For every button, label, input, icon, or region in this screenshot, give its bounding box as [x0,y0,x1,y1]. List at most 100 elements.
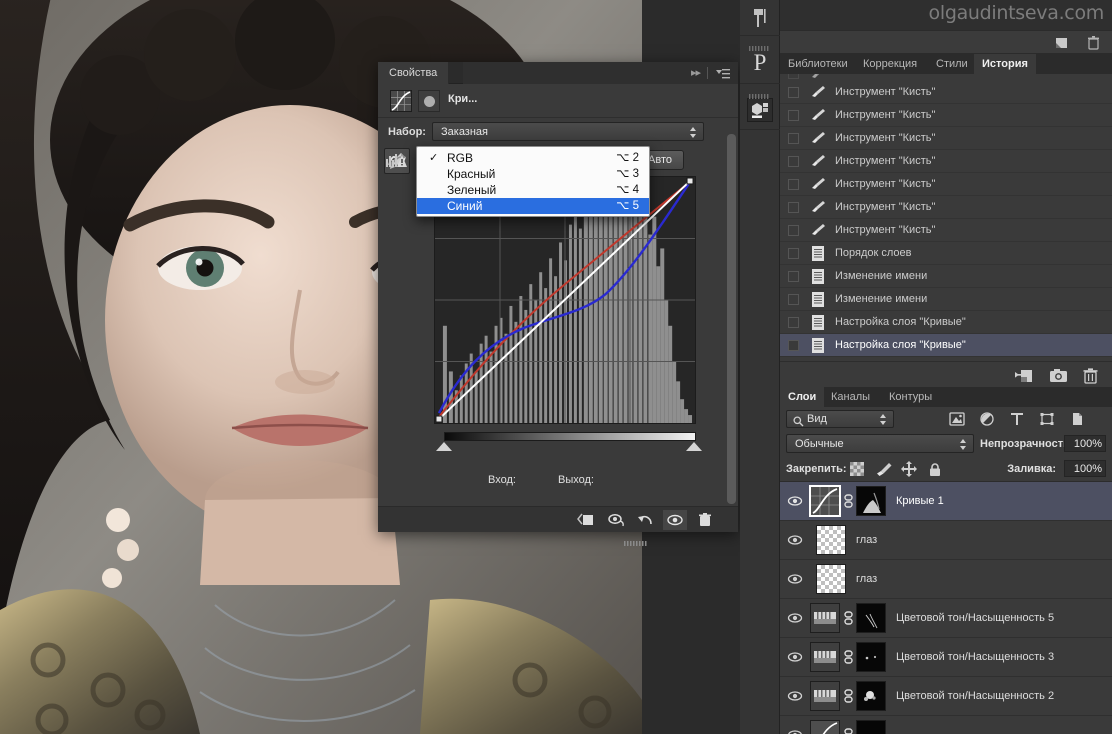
toggle-visibility-button[interactable] [663,510,687,530]
layer-thumbnail[interactable] [810,681,840,711]
layer-link-icon[interactable] [840,494,856,508]
history-snapshot-checkbox[interactable] [788,86,799,98]
layer-name[interactable]: глаз [856,573,877,585]
layer-mask-icon[interactable] [418,90,440,112]
layer-mask-thumbnail[interactable] [856,486,886,516]
layer-name[interactable]: Цветовой тон/Насыщенность 2 [896,690,1054,702]
history-row[interactable]: Настройка слоя "Кривые" [780,311,1112,334]
layer-visibility-icon[interactable] [780,690,810,702]
clip-to-layer-button[interactable] [574,510,598,530]
layer-name[interactable]: Цветовой тон/Насыщенность 5 [896,612,1054,624]
history-snapshot-checkbox[interactable] [788,224,799,236]
history-snapshot-checkbox[interactable] [788,178,799,190]
dock-3d-button[interactable] [740,84,780,130]
history-snapshot-checkbox[interactable] [788,293,799,305]
history-snapshot-checkbox[interactable] [788,155,799,167]
delete-state-button[interactable] [1080,367,1100,384]
channel-menu-item-green[interactable]: Зеленый ⌥ 4 [417,182,649,198]
layer-row[interactable]: Цветовой тон/Насыщенность 2 [780,677,1112,716]
layer-mask-thumbnail[interactable] [856,681,886,711]
layer-row[interactable]: глаз [780,560,1112,599]
delete-adjustment-button[interactable] [693,510,717,530]
view-previous-state-button[interactable] [605,510,629,530]
tab-properties[interactable]: Свойства [378,62,450,84]
history-snapshot-checkbox[interactable] [788,109,799,121]
layer-visibility-icon[interactable] [780,651,810,663]
history-snapshot-checkbox[interactable] [788,247,799,259]
dock-grip[interactable] [749,38,771,51]
lock-all-icon[interactable] [926,461,944,477]
filter-smart-object-icon[interactable] [1068,411,1086,427]
layer-row[interactable]: глаз [780,521,1112,560]
layer-link-icon[interactable] [840,650,856,664]
properties-scrollbar[interactable] [727,134,736,526]
layer-mask-thumbnail[interactable] [856,642,886,672]
dock-navigator-button[interactable] [740,0,780,36]
black-point-slider[interactable] [436,442,452,451]
layer-visibility-icon[interactable] [780,495,810,507]
blend-mode-spinner-icon[interactable] [960,439,967,450]
panel-menu-icon[interactable] [716,67,730,79]
channel-menu-item-blue[interactable]: Синий ⌥ 5 [417,198,649,214]
clipping-warning-icon[interactable] [384,148,410,174]
history-row[interactable]: Порядок слоев [780,242,1112,265]
layer-visibility-icon[interactable] [780,612,810,624]
reset-button[interactable] [634,510,658,530]
history-list[interactable]: Инструмент "Кисть" Инструмент "Кисть" Ин… [780,74,1112,361]
layer-filter-select[interactable]: Вид [786,410,894,428]
history-snapshot-checkbox[interactable] [788,132,799,144]
layer-row[interactable]: Кривые 1 [780,482,1112,521]
scrollbar-thumb[interactable] [727,134,736,504]
lock-position-icon[interactable] [900,461,918,477]
history-row[interactable]: Инструмент "Кисть" [780,173,1112,196]
layer-filter-spinner-icon[interactable] [880,414,887,425]
history-row[interactable]: Изменение имени [780,265,1112,288]
history-row[interactable]: Инструмент "Кисть" [780,150,1112,173]
tab-styles[interactable]: Стили [928,54,976,74]
delete-icon[interactable] [1084,35,1102,51]
filter-adjustment-layers-icon[interactable] [978,411,996,427]
history-row[interactable]: Инструмент "Кисть" [780,219,1112,242]
tab-adjustments[interactable]: Коррекция [855,54,925,74]
tab-paths[interactable]: Контуры [881,387,940,407]
layer-name[interactable]: глаз [856,534,877,546]
tab-history[interactable]: История [974,54,1036,74]
layer-link-icon[interactable] [840,689,856,703]
layer-mask-thumbnail[interactable] [856,603,886,633]
layer-row[interactable]: Цветовой тон/Насыщенность 3 [780,638,1112,677]
filter-shape-layers-icon[interactable] [1038,411,1056,427]
history-snapshot-checkbox[interactable] [788,339,799,351]
panel-resize-grip[interactable] [624,533,658,546]
layer-name[interactable]: Цветовой тон/Насыщенность 3 [896,651,1054,663]
layer-mask-thumbnail[interactable] [856,720,886,734]
tab-layers[interactable]: Слои [780,387,825,407]
history-snapshot-checkbox[interactable] [788,74,799,79]
history-snapshot-checkbox[interactable] [788,201,799,213]
opacity-value[interactable]: 100% [1064,435,1106,452]
layer-thumbnail[interactable] [810,720,840,734]
layer-link-icon[interactable] [840,728,856,734]
tab-channels[interactable]: Каналы [823,387,878,407]
preset-spinner-icon[interactable] [690,127,697,138]
layer-thumbnail[interactable] [809,485,841,517]
layer-thumbnail[interactable] [810,603,840,633]
layer-row[interactable] [780,716,1112,734]
layer-thumbnail[interactable] [810,642,840,672]
tab-libraries[interactable]: Библиотеки [780,54,856,74]
layers-list[interactable]: Кривые 1 глаз глаз Цветовой тон/Насыщенн… [780,482,1112,734]
dock-grip[interactable] [749,86,771,99]
layer-visibility-icon[interactable] [780,729,810,734]
properties-panel[interactable]: Свойства ▸▸ Кри... Набор: Заказная Авто … [378,62,738,546]
history-row[interactable]: Инструмент "Кисть" [780,127,1112,150]
history-snapshot-checkbox[interactable] [788,316,799,328]
layer-visibility-icon[interactable] [780,573,810,585]
history-snapshot-checkbox[interactable] [788,270,799,282]
new-layer-icon[interactable] [1052,35,1070,51]
layer-thumbnail[interactable] [816,564,846,594]
history-row[interactable]: Настройка слоя "Кривые" [780,334,1112,357]
lock-image-pixels-icon[interactable] [874,461,892,477]
new-document-from-state-button[interactable] [1014,367,1034,384]
channel-dropdown-menu[interactable]: ✓ RGB ⌥ 2 Красный ⌥ 3 Зеленый ⌥ 4 Синий … [416,146,650,217]
lock-transparent-pixels-icon[interactable] [848,461,866,477]
layer-visibility-icon[interactable] [780,534,810,546]
